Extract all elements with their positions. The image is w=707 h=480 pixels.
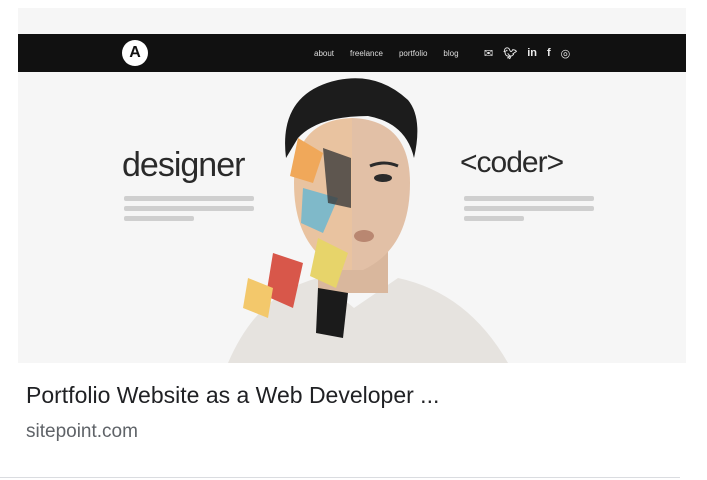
decorative-caption-line [464,216,524,221]
decorative-caption-line [124,216,194,221]
decorative-caption-line [464,196,594,201]
headline-designer: designer [122,146,245,184]
result-source-domain[interactable]: sitepoint.com [26,421,138,443]
result-thumbnail[interactable]: A about freelance portfolio blog ✉ 🐦︎ in… [18,8,686,363]
image-result-card[interactable]: A about freelance portfolio blog ✉ 🐦︎ in… [0,0,707,480]
headline-coder: <coder> [460,146,564,179]
decorative-caption-line [464,206,594,211]
card-divider [0,477,680,478]
result-title-link[interactable]: Portfolio Website as a Web Developer ... [26,382,439,409]
portrait-illustration [228,78,508,363]
decorative-caption-line [124,196,254,201]
decorative-caption-line [124,206,254,211]
